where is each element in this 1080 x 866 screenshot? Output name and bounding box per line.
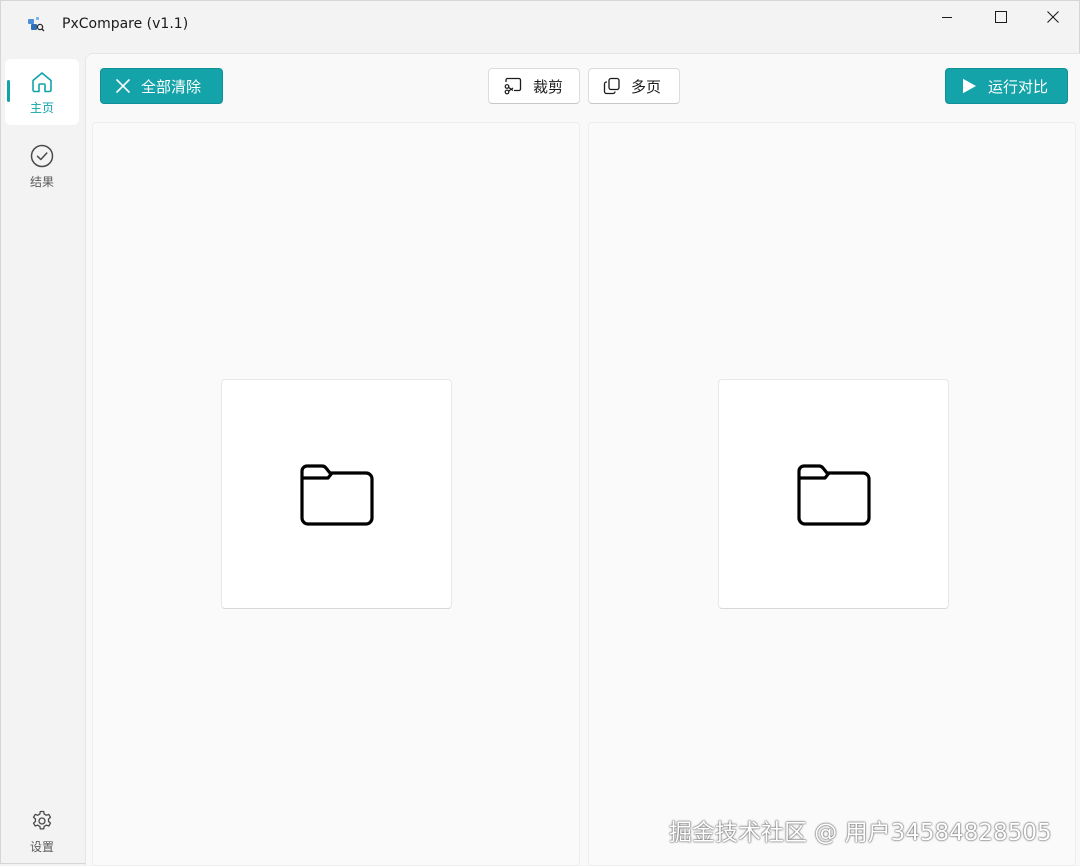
right-open-file-button[interactable]: [718, 379, 949, 609]
title-bar: PxCompare (v1.1): [1, 1, 1079, 49]
copy-pages-icon: [603, 77, 620, 95]
close-icon: [1047, 11, 1059, 23]
home-icon: [32, 71, 52, 92]
folder-icon: [299, 464, 374, 526]
check-circle-icon: [30, 144, 54, 167]
maximize-icon: [995, 11, 1007, 23]
watermark-text: 掘金技术社区 @ 用户34584828505: [669, 820, 1052, 846]
crop-button[interactable]: 裁剪: [488, 68, 580, 104]
main-content: 全部清除 裁剪 多页 运行对比: [85, 53, 1080, 866]
run-compare-button[interactable]: 运行对比: [945, 68, 1068, 104]
app-window: PxCompare (v1.1) 主页 结果 设置 全部清除 裁剪 多页 运行对…: [0, 0, 1080, 866]
close-button[interactable]: [1027, 1, 1079, 33]
sidebar-item-settings[interactable]: 设置: [5, 801, 79, 861]
crop-label: 裁剪: [533, 77, 564, 96]
maximize-button[interactable]: [975, 1, 1027, 33]
left-open-file-button[interactable]: [221, 379, 452, 609]
sidebar-item-result[interactable]: 结果: [5, 133, 79, 199]
sidebar-item-label: 结果: [29, 174, 54, 189]
sidebar-item-home[interactable]: 主页: [5, 59, 79, 125]
sidebar-item-label: 设置: [29, 839, 54, 854]
play-icon: [963, 78, 976, 94]
crop-icon: [504, 77, 522, 95]
app-logo-icon: [28, 17, 45, 32]
gear-icon: [32, 810, 52, 830]
multipage-label: 多页: [631, 77, 662, 96]
right-image-panel[interactable]: [588, 122, 1076, 866]
minimize-button[interactable]: [921, 1, 973, 33]
multipage-button[interactable]: 多页: [588, 68, 680, 104]
sidebar-item-label: 主页: [29, 100, 54, 115]
toolbar: 全部清除 裁剪 多页 运行对比: [86, 54, 1080, 118]
minimize-icon: [942, 17, 952, 18]
close-icon: [115, 78, 131, 94]
sidebar: 主页 结果 设置: [1, 49, 85, 865]
window-title: PxCompare (v1.1): [62, 16, 189, 32]
run-compare-label: 运行对比: [988, 77, 1049, 96]
left-image-panel[interactable]: [92, 122, 580, 866]
clear-all-label: 全部清除: [141, 77, 202, 96]
clear-all-button[interactable]: 全部清除: [100, 68, 223, 104]
folder-icon: [796, 464, 871, 526]
